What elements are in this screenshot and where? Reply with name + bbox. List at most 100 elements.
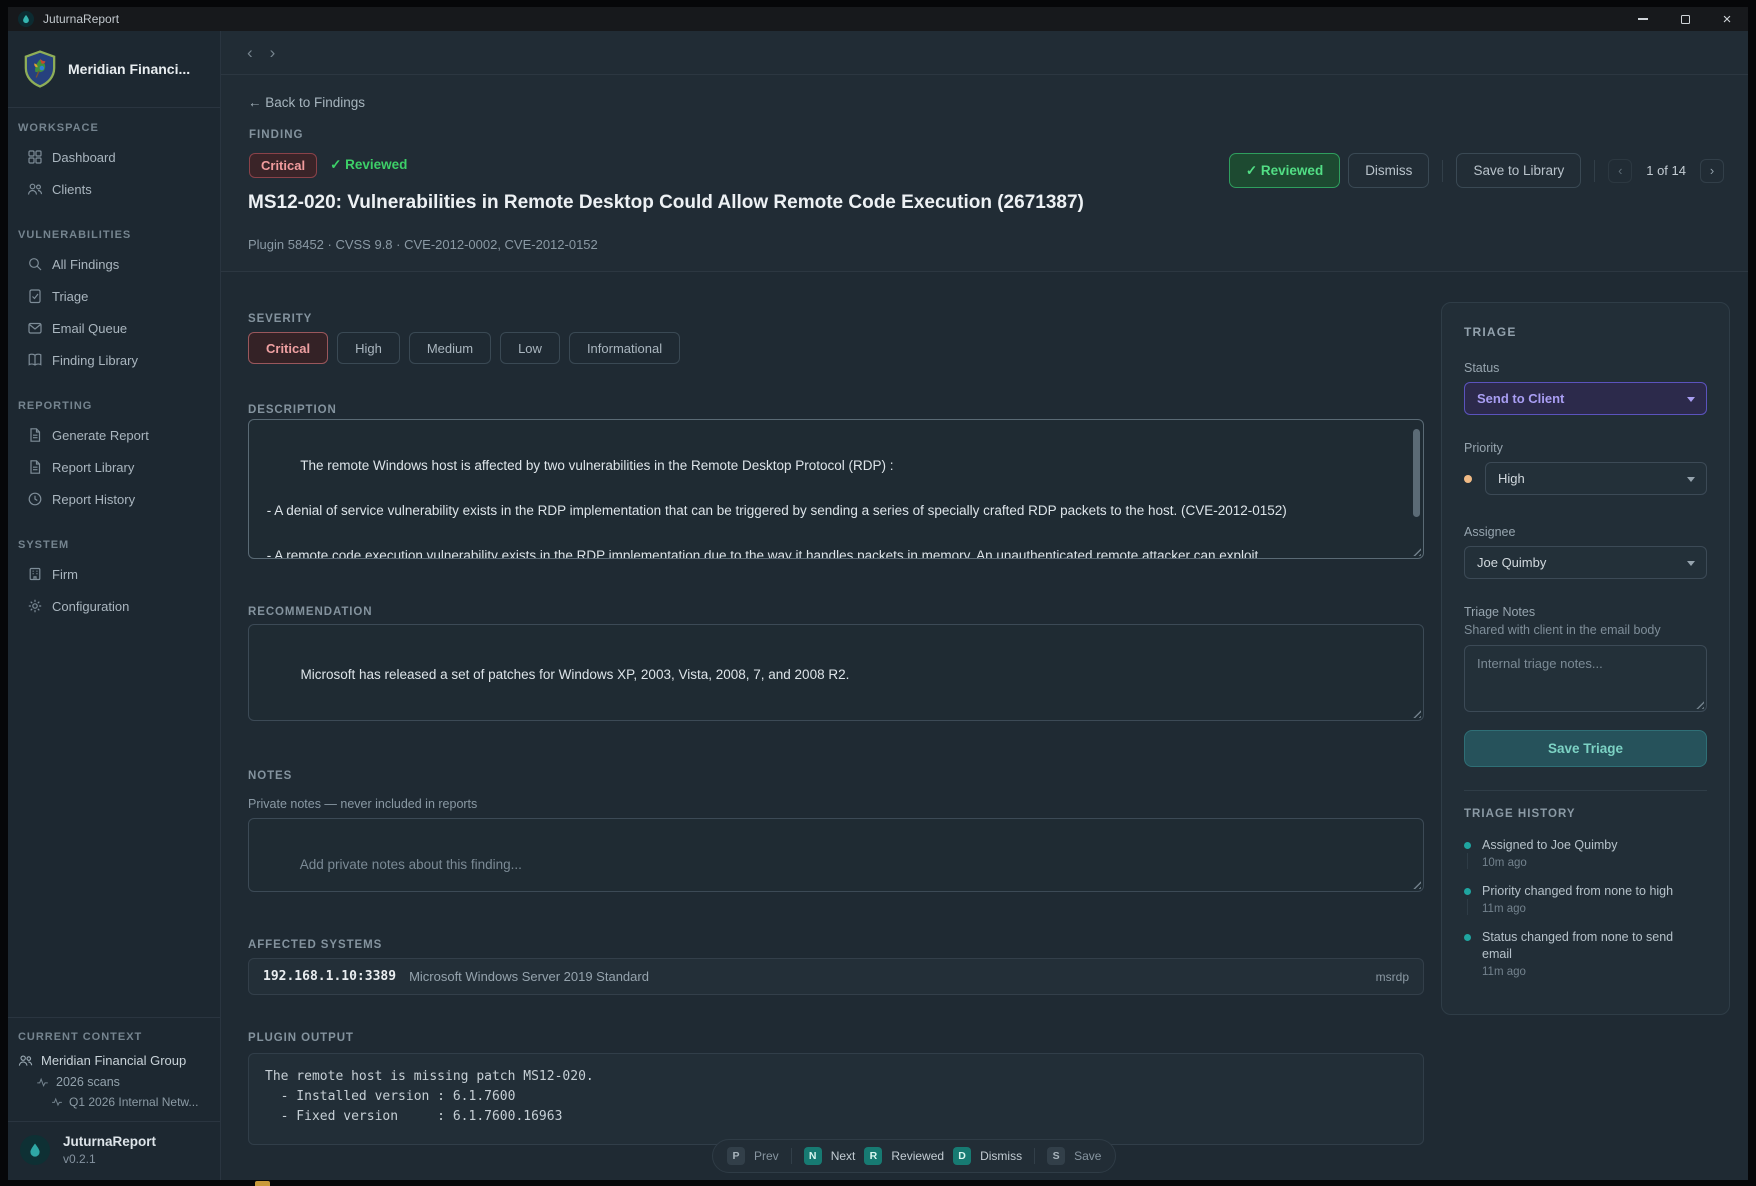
timeline-dot-icon bbox=[1464, 888, 1471, 895]
desktop: JuturnaReport × Meri bbox=[0, 0, 1756, 1186]
titlebar: JuturnaReport × bbox=[8, 7, 1748, 31]
recommendation-textarea[interactable]: Microsoft has released a set of patches … bbox=[248, 624, 1424, 721]
severity-option-medium[interactable]: Medium bbox=[409, 332, 491, 364]
status-select[interactable]: Send to Client bbox=[1464, 382, 1707, 415]
history-time: 11m ago bbox=[1482, 966, 1697, 978]
dismiss-button[interactable]: Dismiss bbox=[1348, 153, 1429, 188]
sidebar-item-configuration[interactable]: Configuration bbox=[8, 590, 220, 622]
sidebar-item-label: Firm bbox=[52, 567, 78, 582]
notes-textarea[interactable]: Add private notes about this finding... bbox=[248, 818, 1424, 892]
severity-option-low[interactable]: Low bbox=[500, 332, 560, 364]
sidebar-item-label: All Findings bbox=[52, 257, 119, 272]
priority-indicator-dot bbox=[1464, 475, 1472, 483]
divider bbox=[1464, 790, 1707, 791]
history-text: Priority changed from none to high bbox=[1482, 883, 1673, 900]
severity-option-high[interactable]: High bbox=[337, 332, 400, 364]
sidebar-item-finding-library[interactable]: Finding Library bbox=[8, 344, 220, 376]
context-scan-group[interactable]: 2026 scans bbox=[18, 1075, 212, 1089]
pager-next-button[interactable]: › bbox=[1700, 159, 1724, 183]
shortcut-label-reviewed[interactable]: Reviewed bbox=[891, 1149, 944, 1163]
sidebar-item-label: Dashboard bbox=[52, 150, 116, 165]
header-actions: ✓ Reviewed Dismiss Save to Library ‹ 1 o… bbox=[1229, 153, 1724, 188]
sidebar-item-label: Clients bbox=[52, 182, 92, 197]
divider bbox=[1594, 160, 1595, 182]
reviewed-button[interactable]: ✓ Reviewed bbox=[1229, 153, 1340, 188]
shortcut-label-save[interactable]: Save bbox=[1074, 1149, 1101, 1163]
triage-notes-label: Triage Notes bbox=[1464, 605, 1707, 619]
save-to-library-button[interactable]: Save to Library bbox=[1456, 153, 1581, 188]
timeline-connector bbox=[1467, 853, 1468, 869]
sidebar-item-label: Configuration bbox=[52, 599, 129, 614]
description-text: The remote Windows host is affected by t… bbox=[263, 458, 1287, 560]
triage-history-title: TRIAGE HISTORY bbox=[1464, 808, 1707, 820]
history-item: Assigned to Joe Quimby 10m ago bbox=[1464, 837, 1707, 883]
notes-placeholder: Add private notes about this finding... bbox=[300, 857, 522, 872]
file-icon bbox=[27, 427, 43, 443]
affected-service: msrdp bbox=[1376, 970, 1409, 984]
nav-forward-icon[interactable]: › bbox=[270, 44, 276, 61]
history-text: Assigned to Joe Quimby bbox=[1482, 837, 1618, 854]
activity-icon bbox=[36, 1076, 49, 1089]
description-textarea[interactable]: The remote Windows host is affected by t… bbox=[248, 419, 1424, 559]
org-header[interactable]: Meridian Financi... bbox=[8, 31, 220, 108]
pager-label: 1 of 14 bbox=[1646, 163, 1686, 178]
priority-select[interactable]: High bbox=[1485, 462, 1707, 495]
sidebar: Meridian Financi... WORKSPACE Dashboard … bbox=[8, 31, 221, 1180]
clipboard-check-icon bbox=[27, 288, 43, 304]
resize-handle-icon[interactable] bbox=[1693, 698, 1704, 709]
triage-notes-textarea[interactable]: Internal triage notes... bbox=[1464, 645, 1707, 712]
affected-system-row[interactable]: 192.168.1.10:3389 Microsoft Windows Serv… bbox=[248, 958, 1424, 995]
shortcut-label-next[interactable]: Next bbox=[831, 1149, 856, 1163]
sidebar-item-all-findings[interactable]: All Findings bbox=[8, 248, 220, 280]
context-scan-group-name: 2026 scans bbox=[56, 1075, 120, 1089]
severity-option-informational[interactable]: Informational bbox=[569, 332, 680, 364]
triage-history-list: Assigned to Joe Quimby 10m ago Priority … bbox=[1464, 837, 1707, 992]
resize-handle-icon[interactable] bbox=[1410, 707, 1421, 718]
save-triage-button[interactable]: Save Triage bbox=[1464, 730, 1707, 767]
minimize-button[interactable] bbox=[1622, 7, 1664, 31]
shortcut-label-prev[interactable]: Prev bbox=[754, 1149, 779, 1163]
divider bbox=[791, 1148, 792, 1164]
close-button[interactable]: × bbox=[1706, 7, 1748, 31]
main-area: ‹ › ← Back to Findings FINDING Critical … bbox=[221, 31, 1748, 1180]
sidebar-item-firm[interactable]: Firm bbox=[8, 558, 220, 590]
context-client[interactable]: Meridian Financial Group bbox=[18, 1053, 212, 1068]
resize-handle-icon[interactable] bbox=[1410, 878, 1421, 889]
triage-panel: TRIAGE Status Send to Client Priority Hi… bbox=[1441, 302, 1730, 1015]
sidebar-item-email-queue[interactable]: Email Queue bbox=[8, 312, 220, 344]
assignee-select[interactable]: Joe Quimby bbox=[1464, 546, 1707, 579]
nav-back-icon[interactable]: ‹ bbox=[247, 44, 253, 61]
sidebar-item-generate-report[interactable]: Generate Report bbox=[8, 419, 220, 451]
affected-host: 192.168.1.10:3389 bbox=[263, 969, 396, 984]
maximize-button[interactable] bbox=[1664, 7, 1706, 31]
sidebar-item-clients[interactable]: Clients bbox=[8, 173, 220, 205]
back-to-findings-link[interactable]: ← Back to Findings bbox=[248, 95, 365, 110]
footer-app-version: v0.2.1 bbox=[63, 1152, 156, 1166]
reviewed-status-flag: ✓ Reviewed bbox=[330, 157, 407, 173]
context-scan[interactable]: Q1 2026 Internal Netw... bbox=[18, 1095, 212, 1109]
scrollbar-thumb[interactable] bbox=[1413, 429, 1420, 517]
app-title: JuturnaReport bbox=[43, 12, 119, 26]
pager-prev-button[interactable]: ‹ bbox=[1608, 159, 1632, 183]
resize-handle-icon[interactable] bbox=[1410, 545, 1421, 556]
sidebar-item-dashboard[interactable]: Dashboard bbox=[8, 141, 220, 173]
keyboard-shortcut-bar: P Prev N Next R Reviewed D Dismiss S Sav… bbox=[712, 1139, 1116, 1173]
plugin-output-section-label: PLUGIN OUTPUT bbox=[248, 1031, 1748, 1045]
affected-os: Microsoft Windows Server 2019 Standard bbox=[409, 969, 649, 984]
current-context-label: CURRENT CONTEXT bbox=[18, 1031, 212, 1043]
current-context: CURRENT CONTEXT Meridian Financial Group… bbox=[8, 1017, 220, 1121]
context-client-name: Meridian Financial Group bbox=[41, 1053, 186, 1068]
chevron-down-icon bbox=[1687, 397, 1695, 402]
assignee-value: Joe Quimby bbox=[1477, 555, 1546, 570]
sidebar-item-label: Triage bbox=[52, 289, 88, 304]
priority-label: Priority bbox=[1464, 441, 1707, 455]
sidebar-item-report-history[interactable]: Report History bbox=[8, 483, 220, 515]
book-icon bbox=[27, 352, 43, 368]
sidebar-item-label: Report Library bbox=[52, 460, 134, 475]
shortcut-label-dismiss[interactable]: Dismiss bbox=[980, 1149, 1022, 1163]
sidebar-item-report-library[interactable]: Report Library bbox=[8, 451, 220, 483]
users-icon bbox=[27, 181, 43, 197]
sidebar-item-triage[interactable]: Triage bbox=[8, 280, 220, 312]
shortcut-key-prev: P bbox=[727, 1147, 745, 1165]
severity-option-critical[interactable]: Critical bbox=[248, 332, 328, 364]
